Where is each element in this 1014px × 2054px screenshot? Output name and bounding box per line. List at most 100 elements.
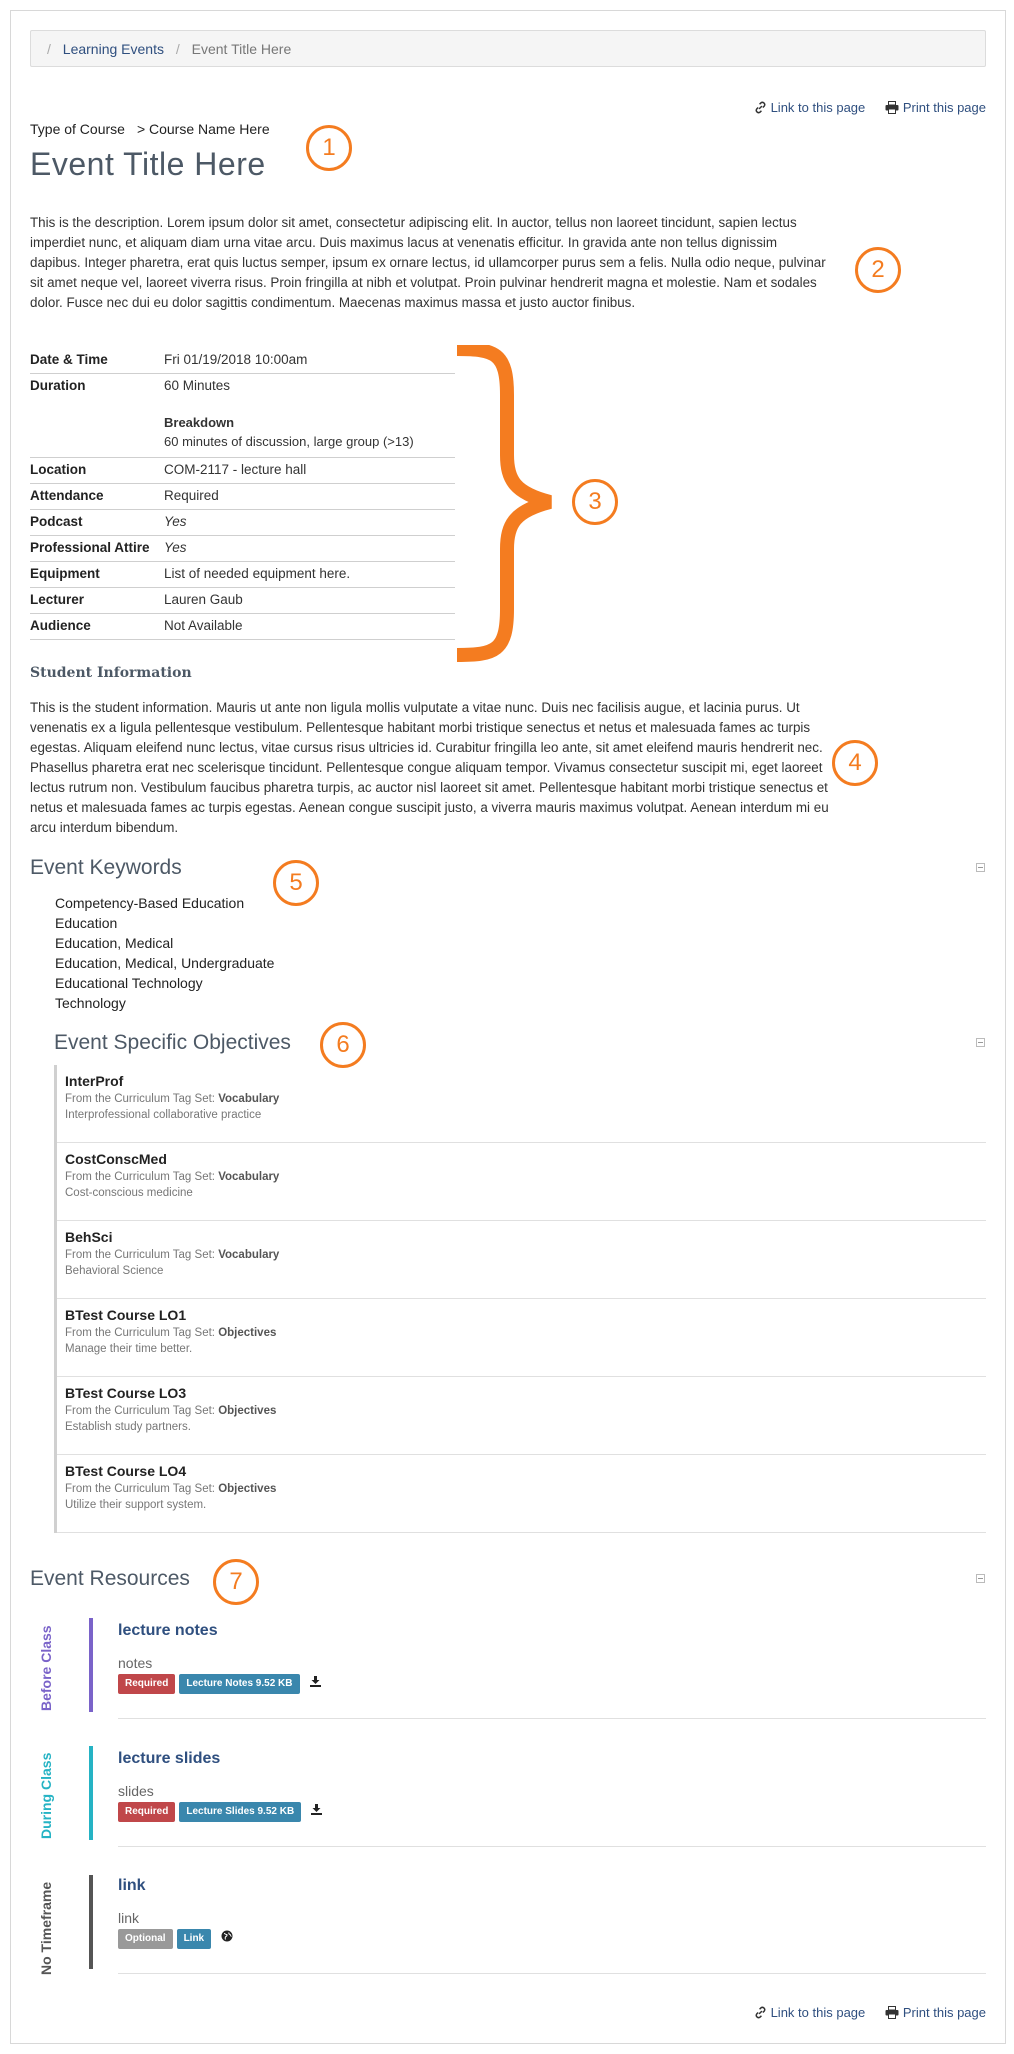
detail-label: Duration xyxy=(30,378,86,393)
resource-description: slides xyxy=(118,1783,154,1799)
detail-row-audience: Audience Not Available xyxy=(30,614,455,640)
file-badge[interactable]: Lecture Slides 9.52 KB xyxy=(179,1802,302,1822)
objective-name: CostConscMed xyxy=(65,1151,167,1167)
objective-item: InterProf From the Curriculum Tag Set: V… xyxy=(57,1065,986,1143)
keyword-item: Technology xyxy=(55,995,126,1011)
timeframe-bar xyxy=(89,1746,93,1840)
collapse-keywords-icon[interactable] xyxy=(976,863,985,872)
resource-group-before-class: Before Class lecture notes notes Require… xyxy=(30,1615,986,1730)
detail-label: Equipment xyxy=(30,566,100,581)
resources-heading: Event Resources xyxy=(30,1567,190,1590)
detail-row-podcast: Podcast Yes xyxy=(30,510,455,536)
resource-group-no-timeframe: No Timeframe link link Optional Link xyxy=(30,1870,986,1990)
duration-value: 60 Minutes xyxy=(164,378,231,393)
download-icon[interactable] xyxy=(309,1675,321,1687)
objective-description: Cost-conscious medicine xyxy=(65,1187,193,1199)
lecturer-link[interactable]: Lauren Gaub xyxy=(164,588,455,613)
objective-source: From the Curriculum Tag Set: Vocabulary xyxy=(65,1249,986,1261)
annotation-marker: 5 xyxy=(273,860,319,906)
page-frame xyxy=(10,10,1006,2044)
detail-row-duration: Duration 60 Minutes Breakdown 60 minutes… xyxy=(30,374,455,458)
detail-row-location: Location COM-2117 - lecture hall xyxy=(30,458,455,484)
objective-source: From the Curriculum Tag Set: Vocabulary xyxy=(65,1093,986,1105)
resource-title-link[interactable]: link xyxy=(118,1877,986,1895)
required-badge: Required xyxy=(118,1674,176,1694)
objective-name: InterProf xyxy=(65,1073,124,1089)
objectives-heading: Event Specific Objectives xyxy=(54,1031,291,1054)
keyword-item: Education, Medical, Undergraduate xyxy=(55,955,275,971)
collapse-objectives-icon[interactable] xyxy=(976,1038,985,1047)
annotation-marker: 3 xyxy=(572,479,618,525)
detail-row-attire: Professional Attire Yes xyxy=(30,536,455,562)
detail-label: Professional Attire xyxy=(30,540,150,555)
resource-badges: Required Lecture Slides 9.52 KB xyxy=(118,1802,986,1822)
objective-name: BTest Course LO1 xyxy=(65,1307,187,1323)
detail-row-lecturer: Lecturer Lauren Gaub xyxy=(30,588,455,614)
detail-value: Not Available xyxy=(164,618,243,633)
print-page-label: Print this page xyxy=(902,100,986,115)
breadcrumb-current: Event Title Here xyxy=(191,41,292,57)
objective-source: From the Curriculum Tag Set: Vocabulary xyxy=(65,1171,986,1183)
link-to-page-button[interactable]: Link to this page xyxy=(754,2005,869,2020)
annotation-marker: 2 xyxy=(855,247,901,293)
resource-item: lecture notes notes Required Lecture Not… xyxy=(118,1622,986,1719)
objective-tag-set: Vocabulary xyxy=(218,1093,280,1105)
download-icon[interactable] xyxy=(311,1803,323,1815)
keyword-item: Education xyxy=(55,915,118,931)
objective-source-prefix: From the Curriculum Tag Set: xyxy=(65,1483,215,1495)
annotation-marker: 1 xyxy=(306,125,352,171)
objective-item: BTest Course LO4 From the Curriculum Tag… xyxy=(57,1455,986,1533)
annotation-marker: 6 xyxy=(320,1022,366,1068)
detail-value: Yes xyxy=(164,540,187,555)
timeframe-label: No Timeframe xyxy=(38,1881,54,1975)
detail-label: Audience xyxy=(30,618,91,633)
print-icon xyxy=(885,2006,899,2019)
objective-tag-set: Vocabulary xyxy=(218,1171,280,1183)
resource-badges: Required Lecture Notes 9.52 KB xyxy=(118,1674,986,1694)
resource-title-link[interactable]: lecture notes xyxy=(118,1622,986,1640)
print-page-button[interactable]: Print this page xyxy=(885,2005,986,2020)
keyword-item: Competency-Based Education xyxy=(55,895,245,911)
objectives-list: InterProf From the Curriculum Tag Set: V… xyxy=(54,1065,986,1533)
objective-source-prefix: From the Curriculum Tag Set: xyxy=(65,1171,215,1183)
link-badge[interactable]: Link xyxy=(176,1929,212,1949)
collapse-resources-icon[interactable] xyxy=(976,1574,985,1583)
course-name-link[interactable]: > Course Name Here xyxy=(137,121,270,137)
page-tools-top: Link to this page Print this page xyxy=(738,100,986,115)
breadcrumb-learning-events-link[interactable]: Learning Events xyxy=(63,41,164,57)
link-to-page-button[interactable]: Link to this page xyxy=(754,100,869,115)
print-page-button[interactable]: Print this page xyxy=(885,100,986,115)
objective-tag-set: Objectives xyxy=(218,1405,277,1417)
breadcrumb: / Learning Events / Event Title Here xyxy=(30,30,986,67)
objective-tag-set: Objectives xyxy=(218,1483,277,1495)
file-badge[interactable]: Lecture Notes 9.52 KB xyxy=(179,1674,300,1694)
detail-label: Podcast xyxy=(30,514,83,529)
annotation-marker: 4 xyxy=(832,740,878,786)
keyword-item: Education, Medical xyxy=(55,935,174,951)
detail-value: COM-2117 - lecture hall xyxy=(164,462,307,477)
keywords-list: Competency-Based Education Education Edu… xyxy=(55,893,274,1013)
objective-name: BTest Course LO4 xyxy=(65,1463,187,1479)
print-icon xyxy=(885,101,899,114)
resource-item: link link Optional Link xyxy=(118,1877,986,1974)
event-details-table: Date & Time Fri 01/19/2018 10:00am Durat… xyxy=(30,348,455,640)
breakdown-title: Breakdown xyxy=(164,415,235,430)
detail-label: Location xyxy=(30,462,87,477)
objective-tag-set: Objectives xyxy=(218,1327,277,1339)
link-icon xyxy=(755,2006,765,2019)
objective-description: Manage their time better. xyxy=(65,1343,193,1355)
detail-row-attendance: Attendance Required xyxy=(30,484,455,510)
keyword-item: Educational Technology xyxy=(55,975,203,991)
breakdown-text: 60 minutes of discussion, large group (>… xyxy=(164,434,414,449)
objective-tag-set: Vocabulary xyxy=(218,1249,280,1261)
timeframe-bar xyxy=(89,1875,93,1969)
course-type: Type of Course xyxy=(30,121,125,137)
objective-description: Behavioral Science xyxy=(65,1265,164,1277)
resource-group-during-class: During Class lecture slides slides Requi… xyxy=(30,1743,986,1858)
link-icon xyxy=(755,101,765,114)
page-tools-bottom: Link to this page Print this page xyxy=(738,2005,986,2020)
globe-icon[interactable] xyxy=(221,1930,233,1942)
detail-value: Required xyxy=(164,488,219,503)
objective-item: BTest Course LO3 From the Curriculum Tag… xyxy=(57,1377,986,1455)
resource-title-link[interactable]: lecture slides xyxy=(118,1750,986,1768)
